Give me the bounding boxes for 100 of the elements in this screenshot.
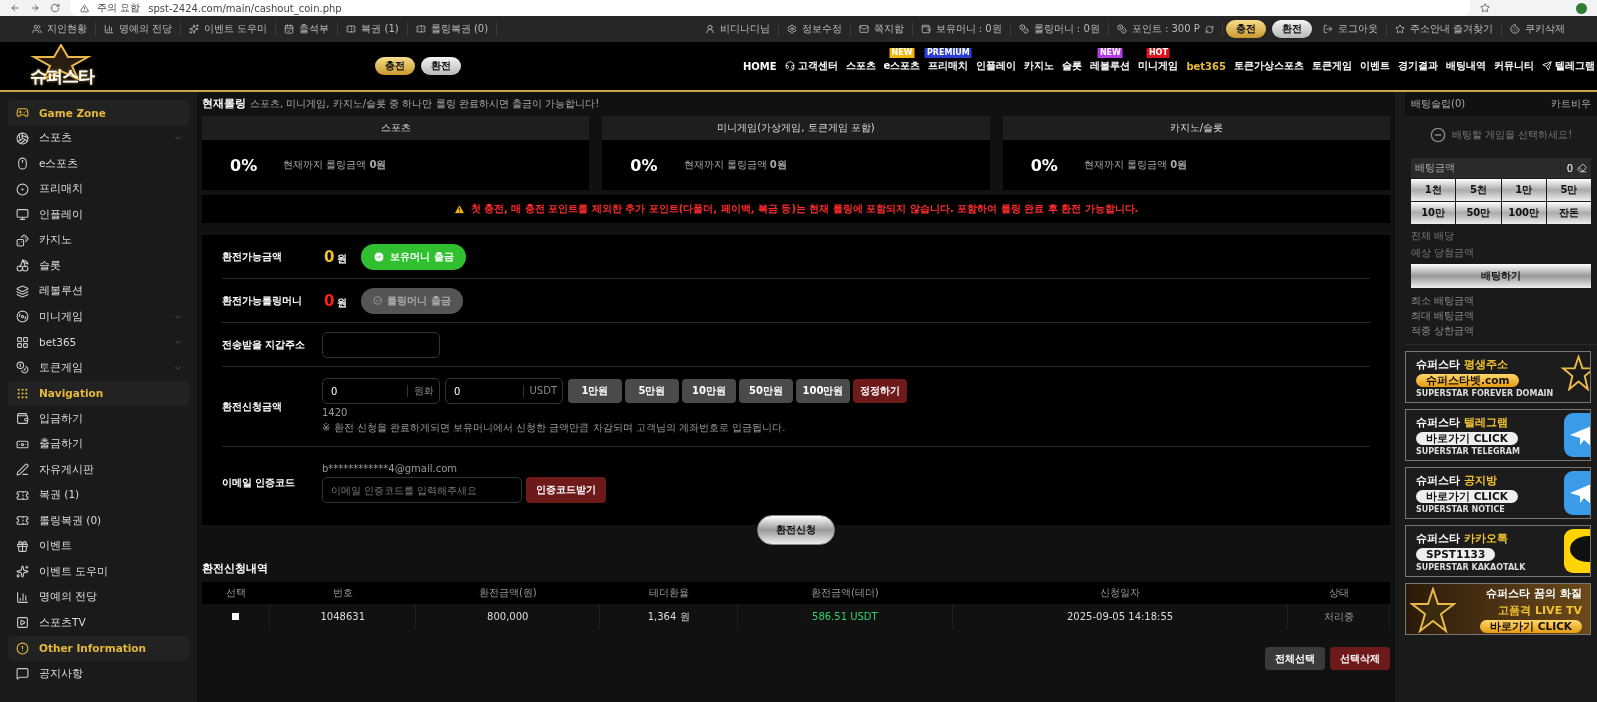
promo-banner[interactable]: 슈퍼스타 카카오톡 SPST1133 SUPERSTAR KAKAOTALK <box>1405 525 1591 577</box>
nav-link[interactable]: e스포츠 <box>883 59 921 73</box>
reset-button[interactable]: 정정하기 <box>853 379 907 403</box>
sidebar-item[interactable]: 미니게임 <box>8 304 189 330</box>
withdraw-button[interactable]: 환전 <box>1271 20 1312 38</box>
sidebar-item[interactable]: 토큰게임 <box>8 355 189 381</box>
sidebar-item[interactable]: 레볼루션 <box>8 278 189 304</box>
nav-link[interactable]: 토큰가상스포츠 <box>1234 59 1304 73</box>
top-link[interactable]: 포인트 : 300 P <box>1108 22 1223 36</box>
stake-chip-button[interactable]: 5만 <box>1546 179 1591 201</box>
nav-link[interactable]: HOME <box>742 60 777 72</box>
stake-chip-button[interactable]: 잔돈 <box>1546 202 1591 224</box>
nav-link[interactable]: bet365 <box>1186 60 1226 72</box>
nav-link[interactable]: 미니게임 <box>1138 59 1179 73</box>
get-code-button[interactable]: 인증코드받기 <box>526 477 606 503</box>
sidebar-item[interactable]: bet365 <box>8 329 189 355</box>
nav-link[interactable]: 이벤트 <box>1360 59 1390 73</box>
delete-selected-button[interactable]: 선택삭제 <box>1330 647 1390 670</box>
top-link[interactable]: 출석부 <box>276 22 339 36</box>
top-link[interactable]: 비디나디님 <box>696 22 779 36</box>
logo-text[interactable]: 슈퍼스타 <box>29 65 94 88</box>
submit-button[interactable]: 환전신청 <box>757 515 835 545</box>
top-link[interactable]: 보유머니 : 0원 <box>912 22 1011 36</box>
nav-link[interactable]: 배팅내역 <box>1446 59 1486 73</box>
deposit-button[interactable]: 충전 <box>375 57 415 75</box>
nav-link[interactable]: 토큰게임 <box>1312 59 1352 73</box>
nav-link[interactable]: 레볼루션 <box>1090 59 1131 73</box>
sidebar-item[interactable]: 프리매치 <box>8 176 189 202</box>
promo-banner[interactable]: 슈퍼스타 평생주소 슈퍼스타벳.com SUPERSTAR FOREVER DOMAIN <box>1405 351 1591 403</box>
verification-code-field[interactable]: 이메일 인증코드를 입력해주세요 <box>322 477 522 503</box>
sidebar-item[interactable]: 이벤트 <box>8 533 189 559</box>
top-link[interactable]: 롤링머니 : 0원 <box>1010 22 1109 36</box>
sidebar-item[interactable]: 스포츠 <box>8 125 189 151</box>
reload-icon[interactable] <box>50 3 60 13</box>
sidebar-section[interactable]: Game Zone <box>8 100 189 126</box>
sidebar-section[interactable]: Navigation <box>8 380 189 406</box>
top-link[interactable]: 로그아웃 <box>1314 22 1387 36</box>
stake-chip-button[interactable]: 5천 <box>1456 179 1501 201</box>
stake-chip-button[interactable]: 100만 <box>1501 202 1546 224</box>
sidebar-item[interactable]: 슬롯 <box>8 253 189 279</box>
top-link[interactable]: 쿠키삭제 <box>1502 22 1573 36</box>
top-link[interactable]: 명예의 전당 <box>96 22 182 36</box>
top-link[interactable]: 지인현황 <box>24 22 96 36</box>
nav-link[interactable]: 스포츠 <box>845 59 876 73</box>
sidebar-item[interactable]: 자유게시판 <box>8 457 189 483</box>
wallet-address-field[interactable] <box>322 331 440 358</box>
sidebar-item[interactable]: 명예의 전당 <box>8 584 189 610</box>
sidebar-item[interactable]: 출금하기 <box>8 431 189 457</box>
nav-link[interactable]: 텔레그램 <box>1542 59 1595 73</box>
top-link[interactable]: 이벤트 도우미 <box>181 22 277 36</box>
sidebar-item[interactable]: 인플레이 <box>8 202 189 228</box>
row-checkbox[interactable] <box>232 613 240 620</box>
sidebar-item[interactable]: 복권 (1) <box>8 482 189 508</box>
sidebar-item[interactable]: 카지노 <box>8 227 189 253</box>
promo-banner[interactable]: 슈퍼스타 텔레그램 바로가기 CLICK SUPERSTAR TELEGRAM <box>1405 409 1591 461</box>
address-bar[interactable]: 주의 요함 spst-2424.com/main/cashout_coin.php <box>70 0 1470 16</box>
promo-banner[interactable]: 슈퍼스타 꿈의 화질 고품격 LIVE TV 바로가기 CLICK <box>1405 583 1591 635</box>
deposit-button[interactable]: 충전 <box>1225 20 1266 38</box>
stake-chip-button[interactable]: 10만 <box>1411 202 1456 224</box>
place-bet-button[interactable]: 배팅하기 <box>1411 264 1591 288</box>
field-label: 환전신청금액 <box>222 399 283 414</box>
preset-amount-button[interactable]: 5만원 <box>625 379 679 403</box>
top-link[interactable]: 복권 (1) <box>338 22 408 36</box>
sidebar-item[interactable]: 롤링복권 (0) <box>8 508 189 534</box>
sidebar-item[interactable]: 입금하기 <box>8 406 189 432</box>
nav-link[interactable]: 슬롯 <box>1062 59 1083 73</box>
eraser-icon[interactable] <box>1577 163 1587 173</box>
nav-link[interactable]: 경기결과 <box>1398 59 1438 73</box>
nav-link[interactable]: 프리매치 <box>928 59 969 73</box>
forward-icon[interactable] <box>30 3 40 13</box>
top-link[interactable]: 주소안내 즐겨찾기 <box>1386 22 1502 36</box>
top-link[interactable]: 롤링복권 (0) <box>407 22 498 36</box>
gamepad-icon <box>16 106 29 120</box>
select-all-button[interactable]: 전체선택 <box>1265 647 1325 670</box>
sidebar-item[interactable]: 이벤트 도우미 <box>8 559 189 585</box>
sidebar-section[interactable]: Other Information <box>8 635 189 661</box>
top-link[interactable]: 정보수정 <box>778 22 851 36</box>
stake-chip-button[interactable]: 1천 <box>1411 179 1456 201</box>
promo-banner[interactable]: 슈퍼스타 공지방 바로가기 CLICK SUPERSTAR NOTICE <box>1405 467 1591 519</box>
profile-avatar[interactable] <box>1576 2 1587 14</box>
withdraw-button[interactable]: 환전 <box>421 57 461 75</box>
clear-cart-link[interactable]: 카트비우 <box>1551 97 1591 111</box>
stake-chip-button[interactable]: 1만 <box>1501 179 1546 201</box>
back-icon[interactable] <box>10 3 20 13</box>
preset-amount-button[interactable]: 100만원 <box>796 379 850 403</box>
preset-amount-button[interactable]: 10만원 <box>682 379 736 403</box>
speech-bubble-icon <box>1564 529 1590 573</box>
nav-link[interactable]: 커뮤니티 <box>1494 59 1534 73</box>
stake-chip-button[interactable]: 50만 <box>1456 202 1501 224</box>
preset-amount-button[interactable]: 50만원 <box>739 379 793 403</box>
nav-link[interactable]: 인플레이 <box>976 59 1017 73</box>
nav-link[interactable]: 고객센터 <box>784 59 838 73</box>
preset-amount-button[interactable]: 1만원 <box>568 379 622 403</box>
message-icon <box>16 667 29 681</box>
nav-link[interactable]: 카지노 <box>1024 59 1055 73</box>
top-link[interactable]: 쪽지함 <box>850 22 913 36</box>
bookmark-icon[interactable] <box>1480 3 1490 13</box>
sidebar-item[interactable]: e스포츠 <box>8 151 189 177</box>
sidebar-item[interactable]: 공지사항 <box>8 661 189 687</box>
sidebar-item[interactable]: 스포츠TV <box>8 610 189 636</box>
